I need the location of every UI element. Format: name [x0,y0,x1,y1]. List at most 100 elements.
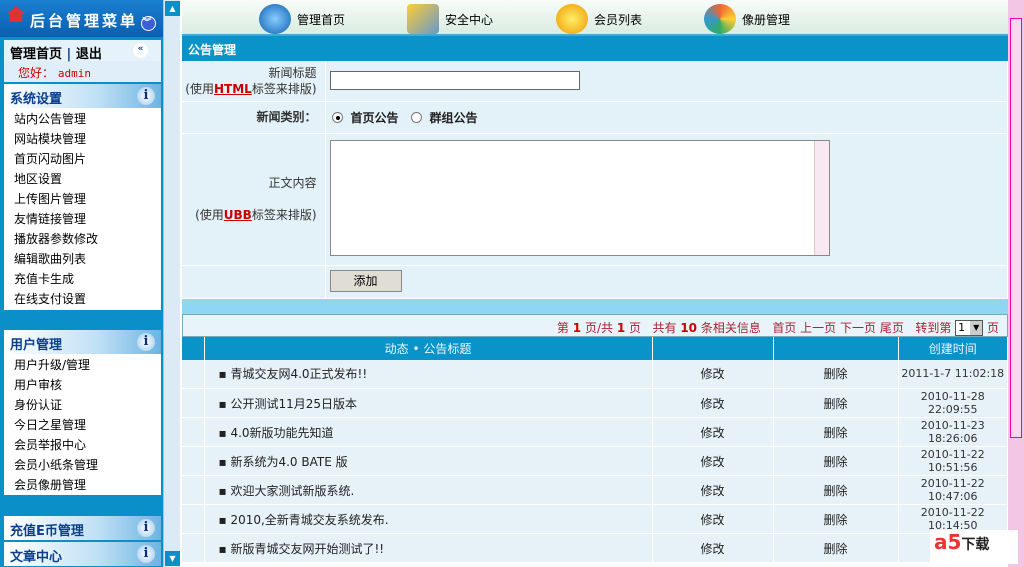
sidebar-item[interactable]: 用户升级/管理 [4,354,161,374]
sidebar-item[interactable]: 会员像册管理 [4,474,161,494]
edit-link[interactable]: 修改 [652,388,774,418]
info-icon: i [137,545,155,563]
main-content: 管理首页 安全中心 会员列表 像册管理 公告管理 新闻标题 (使用HTML标签来排… [182,0,1008,567]
nav-members[interactable]: 会员列表 [556,4,642,34]
user-icon [556,4,588,34]
watermark-logo: a5下载 [930,530,1018,564]
table-row: ▪ 2010,全新青城交友系统发布. 修改 删除 2010-11-22 10:14:5… [182,504,1008,534]
edit-link[interactable]: 修改 [652,446,774,476]
home-link[interactable]: 管理首页 [10,47,62,62]
row-title[interactable]: ▪ 新系统为4.0 BATE 版 [204,446,653,476]
section-articles: 文章中心 i [4,542,161,566]
news-title-input[interactable] [329,71,580,91]
created-time: 2010-11-28 22:09:55 [898,388,1008,418]
row-title[interactable]: ▪ 欢迎大家测试新版系统. [204,475,653,505]
table-row: ▪ 公开测试11月25日版本 修改 删除 2010-11-28 22:09:55 [182,388,1008,418]
section-ecoin: 充值E币管理 i [4,516,161,540]
info-icon: i [137,333,155,351]
delete-link[interactable]: 删除 [773,446,899,476]
delete-link[interactable]: 删除 [773,388,899,418]
section-user-management: 用户管理 i 用户升级/管理 用户审核 身份认证 今日之星管理 会员举报中心 会员… [4,330,161,495]
edit-link[interactable]: 修改 [652,533,774,563]
sidebar-scrollbar[interactable]: ▲ ▼ [163,0,180,567]
add-button[interactable]: 添加 [329,269,402,292]
row-title[interactable]: ▪ 2010,全新青城交友系统发布. [204,504,653,534]
created-time: 2010-11-22 10:51:56 [898,446,1008,476]
top-nav: 管理首页 安全中心 会员列表 像册管理 [182,0,1008,36]
radio-homepage[interactable] [331,111,343,123]
section-title[interactable]: 用户管理 i [4,330,161,354]
album-icon [704,4,736,34]
prev-page-link[interactable]: 上一页 [800,321,836,335]
sidebar-item[interactable]: 地区设置 [4,168,161,188]
sidebar-title: 后台管理菜单 [30,12,139,30]
next-page-link[interactable]: 下一页 [840,321,876,335]
greeting: 您好： [18,66,55,80]
sidebar-item[interactable]: 上传图片管理 [4,188,161,208]
first-page-link[interactable]: 首页 [772,321,796,335]
nav-albums[interactable]: 像册管理 [704,4,790,34]
delete-link[interactable]: 删除 [773,533,899,563]
edit-link[interactable]: 修改 [652,475,774,505]
section-title: 公告管理 [182,36,1008,61]
edit-link[interactable]: 修改 [652,504,774,534]
news-body-textarea[interactable] [329,139,830,256]
delete-link[interactable]: 删除 [773,417,899,447]
delete-link[interactable]: 删除 [773,475,899,505]
sidebar-item[interactable]: 播放器参数修改 [4,228,161,248]
sidebar-item[interactable]: 会员举报中心 [4,434,161,454]
edit-link[interactable]: 修改 [652,417,774,447]
collapse-menu-icon[interactable]: ︾ [141,16,156,31]
security-magnifier-icon [407,4,439,34]
announcement-table: 动态 • 公告标题 创建时间 ▪ 青城交友网4.0正式发布!! 修改 删除 2011-1… [182,336,1008,563]
edit-link[interactable]: 修改 [652,359,774,389]
table-row: ▪ 欢迎大家测试新版系统. 修改 删除 2010-11-22 10:47:06 [182,475,1008,505]
nav-home[interactable]: 管理首页 [259,4,345,34]
row-title[interactable]: ▪ 青城交友网4.0正式发布!! [204,359,653,389]
table-row: ▪ 新系统为4.0 BATE 版修改 删除 2010-11-22 10:51:56 [182,446,1008,476]
sidebar-item[interactable]: 站内公告管理 [4,108,161,128]
radio-group[interactable] [410,111,422,123]
sidebar-item[interactable]: 身份认证 [4,394,161,414]
page-select[interactable]: 1 [955,320,984,336]
created-time: 2011-1-7 11:02:18 [898,359,1008,389]
collapse-sidebar-icon[interactable]: « [133,43,148,58]
delete-link[interactable]: 删除 [773,504,899,534]
scroll-down-icon[interactable]: ▼ [165,551,180,566]
last-page-link[interactable]: 尾页 [880,321,904,335]
sidebar-item[interactable]: 今日之星管理 [4,414,161,434]
nav-security[interactable]: 安全中心 [407,4,493,34]
scroll-up-icon[interactable]: ▲ [165,1,180,16]
sidebar-header: 后台管理菜单 ︾ [0,0,163,37]
row-title[interactable]: ▪ 公开测试11月25日版本 [204,388,653,418]
info-icon: i [137,87,155,105]
section-title[interactable]: 充值E币管理 i [4,516,161,540]
page-scrollbar[interactable] [1008,0,1024,567]
sidebar-item[interactable]: 友情链接管理 [4,208,161,228]
sidebar-item[interactable]: 充值卡生成 [4,268,161,288]
sidebar-item[interactable]: 首页闪动图片 [4,148,161,168]
sidebar-item[interactable]: 会员小纸条管理 [4,454,161,474]
news-form: 新闻标题 (使用HTML标签来排版) 新闻类别： 首页公告 群组公告 正文内容 (使用… [182,61,1008,299]
row-title[interactable]: ▪ 4.0新版功能先知道 [204,417,653,447]
section-title[interactable]: 文章中心 i [4,542,161,566]
row-title[interactable]: ▪ 新版青城交友网开始测试了!! [204,533,653,563]
created-time: 2010-11-23 18:26:06 [898,417,1008,447]
scrollbar-thumb[interactable] [1010,18,1022,438]
section-title[interactable]: 系统设置 i [4,84,161,108]
created-time: 2010-11-22 10:47:06 [898,475,1008,505]
globe-icon [259,4,291,34]
sidebar-item[interactable]: 网站模块管理 [4,128,161,148]
sidebar-item[interactable]: 用户审核 [4,374,161,394]
delete-link[interactable]: 删除 [773,359,899,389]
sidebar-item[interactable]: 编辑歌曲列表 [4,248,161,268]
home-icon [7,6,25,22]
textarea-scrollbar[interactable] [813,140,829,255]
info-icon: i [137,519,155,537]
table-row: ▪ 新版青城交友网开始测试了!!修改删除2007-6 [182,533,1008,563]
sidebar-item[interactable]: 在线支付设置 [4,288,161,308]
logout-link[interactable]: 退出 [76,47,102,62]
pagination: 第 1 页/共 1 页 共有 10 条相关信息 首页 上一页 下一页 尾页 转到… [182,313,1008,337]
sidebar: 后台管理菜单 ︾ 管理首页 | 退出 « 您好： admin 系统设置 i 站内公… [0,0,163,567]
section-system-settings: 系统设置 i 站内公告管理 网站模块管理 首页闪动图片 地区设置 上传图片管理 友… [4,84,161,310]
